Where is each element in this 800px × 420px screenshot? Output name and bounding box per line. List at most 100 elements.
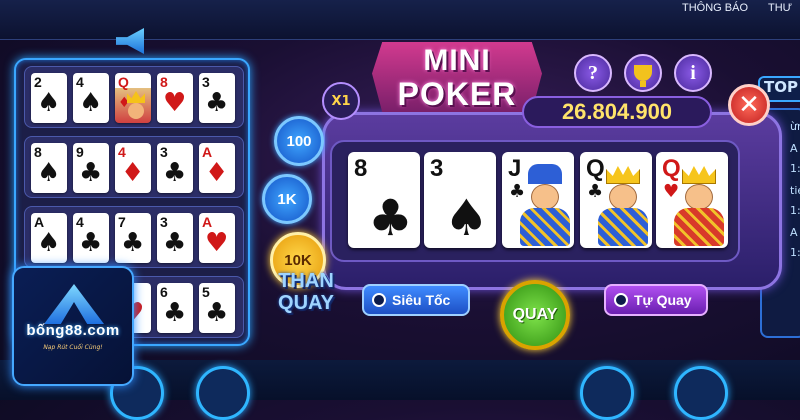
face-icon — [609, 184, 637, 210]
card-suit-icon: ♠ — [37, 228, 61, 258]
history-card: 8 ♥ — [157, 73, 193, 123]
hand-card[interactable]: Q ♥ — [656, 152, 728, 248]
brand-logo: bống88.com Nạp Rút Cuối Cùng! — [12, 266, 134, 386]
mail-link[interactable]: THƯ — [768, 2, 792, 14]
notifications-link[interactable]: THÔNG BÁO — [682, 2, 748, 14]
leaderboard-text: A — [790, 142, 798, 155]
auto-spin-toggle-label: Tự Quay — [634, 292, 692, 308]
auto-spin-toggle[interactable]: Tự Quay — [604, 284, 708, 316]
card-suit-icon: ♠ — [37, 88, 61, 118]
robe-shape — [520, 208, 570, 246]
card-suit-icon: ♠ — [79, 88, 103, 118]
leaderboard-text: A — [790, 226, 798, 239]
bet-chip-1k[interactable]: 1K — [262, 174, 312, 224]
history-card: A ♥ — [199, 213, 235, 263]
logo-text: bống88.com — [26, 322, 120, 339]
card-suit-icon: ♦ — [205, 158, 229, 188]
face-figure — [518, 164, 572, 246]
fast-mode-label: Siêu Tốc — [392, 292, 451, 308]
crown-icon — [606, 166, 640, 184]
title-mini: MINI — [423, 44, 491, 77]
face-icon — [685, 184, 713, 210]
history-card: 2 ♠ — [31, 73, 67, 123]
card-suit-icon: ♣ — [121, 228, 145, 258]
card-suit-icon: ♣ — [163, 158, 187, 188]
face-figure — [596, 164, 650, 246]
history-card: A ♦ — [199, 143, 235, 193]
title-poker: POKER — [397, 76, 517, 112]
face-icon — [531, 184, 559, 210]
fast-mode-toggle[interactable]: Siêu Tốc — [362, 284, 470, 316]
close-icon: ✕ — [738, 90, 760, 120]
help-icon: ? — [588, 61, 598, 84]
bet-chip-100[interactable]: 100 — [274, 116, 324, 166]
card-suit-icon: ♣ — [205, 298, 229, 328]
history-card: 3 ♣ — [157, 143, 193, 193]
history-card: 4 ♦ — [115, 143, 151, 193]
hand-card[interactable]: Q ♣ — [580, 152, 652, 248]
card-suit-icon: ♦ — [121, 158, 145, 188]
help-button[interactable]: ? — [574, 54, 612, 92]
hand-card[interactable]: J ♣ — [502, 152, 574, 248]
history-card: 8 ♠ — [31, 143, 67, 193]
leaderboard-text: 1: — [790, 246, 800, 259]
friends-icon[interactable] — [674, 366, 728, 420]
multiplier-badge[interactable]: X1 — [322, 82, 360, 120]
card-suit-icon: ♠ — [444, 189, 489, 247]
history-row: 2 ♠ 4 ♠ Q ♦ 8 ♥ 3 ♣ — [24, 66, 244, 128]
history-card: 4 ♠ — [73, 73, 109, 123]
jackpot-value: 26.804.900 — [522, 96, 712, 128]
history-card: 3 ♣ — [157, 213, 193, 263]
radio-icon — [372, 293, 386, 307]
info-icon: i — [690, 61, 696, 84]
face-figure — [128, 103, 144, 119]
robe-shape — [598, 208, 648, 246]
crown-icon — [682, 166, 716, 184]
card-suit-icon: ♥ — [205, 228, 229, 258]
face-figure — [672, 164, 726, 246]
history-card: 5 ♣ — [199, 283, 235, 333]
history-card: Q ♦ — [115, 73, 151, 123]
radio-icon — [614, 293, 628, 307]
menu-icon[interactable] — [196, 366, 250, 420]
auto-spin-line1: THAN — [278, 270, 334, 292]
history-card: A ♠ — [31, 213, 67, 263]
history-card: 9 ♣ — [73, 143, 109, 193]
close-button[interactable]: ✕ — [728, 84, 770, 126]
card-suit-icon: ♣ — [79, 158, 103, 188]
history-card: 3 ♣ — [199, 73, 235, 123]
robe-shape — [674, 208, 724, 246]
leaderboard-text: 1: — [790, 162, 800, 175]
auto-spin-label: THAN QUAY — [258, 270, 354, 314]
history-card: 6 ♣ — [157, 283, 193, 333]
hat-icon — [528, 164, 562, 184]
hand-card[interactable]: 3 ♠ — [424, 152, 496, 248]
auto-spin-line2: QUAY — [278, 292, 334, 314]
card-rank: Q — [118, 74, 129, 90]
card-suit-icon: ♣ — [163, 228, 187, 258]
history-card: 7 ♣ — [115, 213, 151, 263]
card-suit-icon: ♠ — [37, 158, 61, 188]
history-row: 8 ♠ 9 ♣ 4 ♦ 3 ♣ A ♦ — [24, 136, 244, 198]
leaderboard-text: tie — [790, 184, 800, 197]
card-suit-icon: ♥ — [163, 88, 187, 118]
card-suit-icon: ♣ — [79, 228, 103, 258]
history-card: 4 ♣ — [73, 213, 109, 263]
gift-icon[interactable] — [580, 366, 634, 420]
top-bar: THÔNG BÁO THƯ — [0, 0, 800, 40]
info-button[interactable]: i — [674, 54, 712, 92]
card-suit-icon: ♣ — [205, 88, 229, 118]
trophy-icon — [634, 65, 652, 87]
history-row: A ♠ 4 ♣ 7 ♣ 3 ♣ A ♥ — [24, 206, 244, 268]
card-suit-icon: ♣ — [368, 189, 413, 247]
logo-mark-icon — [44, 284, 104, 324]
card-suit-icon: ♣ — [163, 298, 187, 328]
card-rank: 8 — [354, 155, 368, 182]
logo-tagline: Nạp Rút Cuối Cùng! — [43, 344, 103, 351]
leaderboard-text: 1: — [790, 204, 800, 217]
spin-button[interactable]: QUAY — [500, 280, 570, 350]
hand-card[interactable]: 8 ♣ — [348, 152, 420, 248]
leaderboard-text: ừng — [790, 120, 800, 133]
leaderboard-button[interactable] — [624, 54, 662, 92]
card-rank: 3 — [430, 155, 444, 182]
